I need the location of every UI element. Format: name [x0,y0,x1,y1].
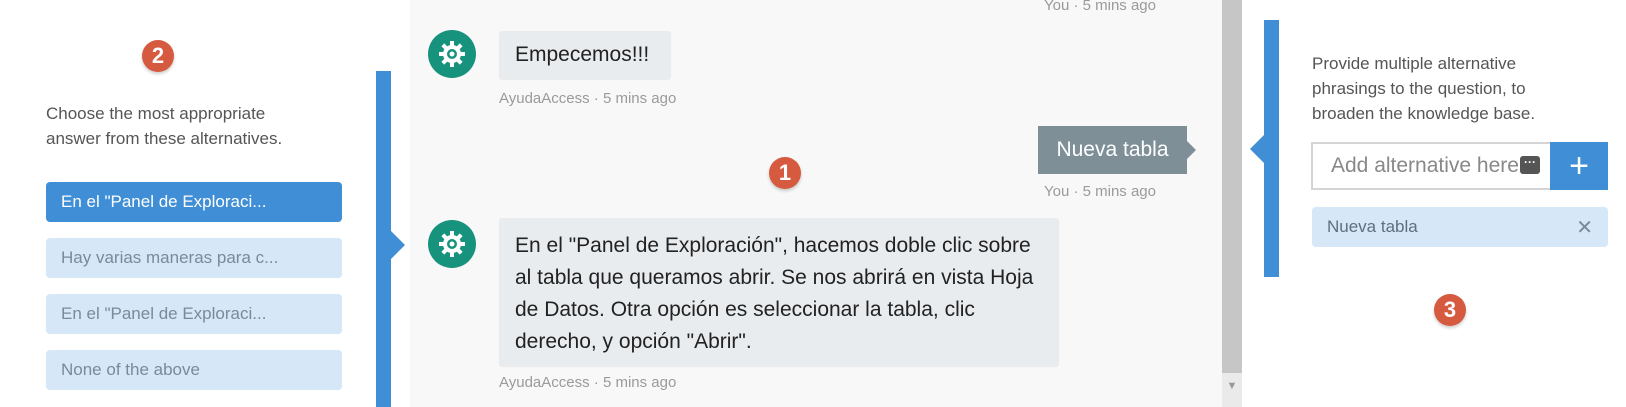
alternative-phrasing-input[interactable] [1311,142,1550,190]
alternative-option-label: En el "Panel de Exploraci... [61,192,267,211]
chat-scrollbar-thumb[interactable] [1222,0,1242,373]
message-meta: AyudaAccess · 5 mins ago [499,90,677,107]
alternative-phrasing-tag: Nueva tabla ✕ [1312,207,1608,247]
alternative-option-none[interactable]: None of the above [46,350,342,390]
step-badge-2: 2 [142,40,174,72]
gear-icon [439,231,465,257]
alternative-option-label: None of the above [61,360,200,379]
phrasings-prompt: Provide multiple alternative phrasings t… [1312,54,1536,123]
user-message: Nueva tabla [1038,126,1196,174]
bot-avatar [428,220,476,268]
ellipsis-icon[interactable]: ··· [1520,156,1540,174]
alternative-option-label: En el "Panel de Exploraci... [61,304,267,323]
left-connector-bar [376,71,391,407]
alternative-option-3[interactable]: En el "Panel de Exploraci... [46,294,342,334]
alternative-option-1[interactable]: En el "Panel de Exploraci... [46,182,342,222]
bot-message: Empecemos!!! [499,31,671,79]
step-badge-3: 3 [1434,294,1466,326]
alternative-option-2[interactable]: Hay varias maneras para c... [46,238,342,278]
left-connector-arrow [391,231,405,259]
alternative-option-label: Hay varias maneras para c... [61,248,279,267]
chat-panel: You · 5 mins ago Empecemos!!! AyudaAcces… [410,0,1222,407]
gear-icon [439,41,465,67]
message-meta: You · 5 mins ago [1043,183,1156,200]
right-connector-bar [1264,20,1279,277]
add-alternative-button[interactable]: + [1550,142,1608,190]
bot-message: En el "Panel de Exploración", hacemos do… [499,218,1059,366]
scroll-down-icon[interactable]: ▼ [1222,380,1242,396]
tag-label: Nueva tabla [1327,217,1418,236]
alternatives-prompt: Choose the most appropriate answer from … [46,104,283,148]
message-meta: AyudaAccess · 5 mins ago [499,374,677,391]
right-connector-arrow [1250,135,1264,163]
bot-avatar [428,30,476,78]
step-badge-1: 1 [769,157,801,189]
close-icon[interactable]: ✕ [1576,215,1593,240]
message-meta: You · 5 mins ago [1043,0,1156,14]
